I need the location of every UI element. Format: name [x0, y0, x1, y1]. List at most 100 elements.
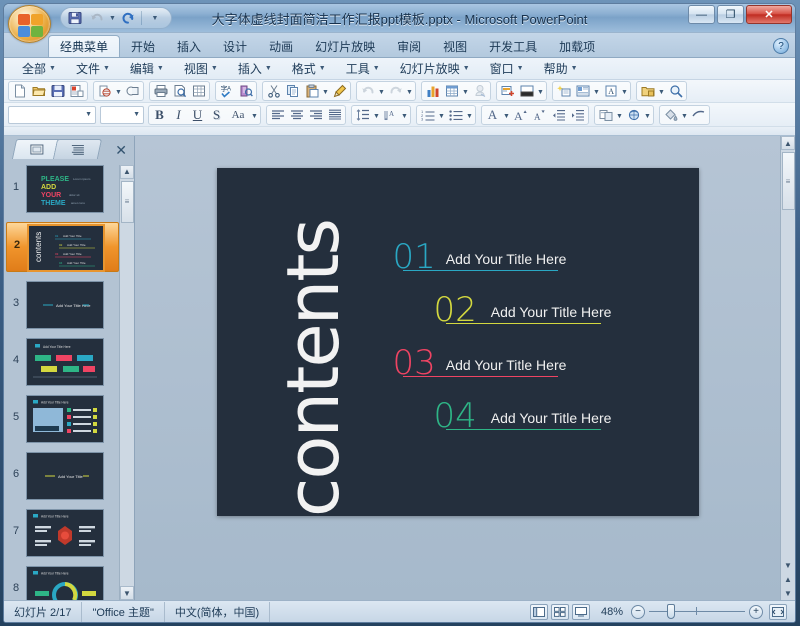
menu-window[interactable]: 窗口 ▼	[480, 60, 534, 78]
italic-icon[interactable]: I	[169, 106, 188, 124]
decrease-indent-icon[interactable]	[549, 106, 568, 124]
line-spacing-dropdown-icon[interactable]: ▼	[372, 106, 381, 124]
slide-editing-area[interactable]: contents 01 Add Your Title Here 02 Add Y…	[135, 136, 780, 600]
thumbnail-preview[interactable]: Add Your Title Here	[26, 394, 104, 443]
undo-icon[interactable]	[87, 9, 107, 27]
scroll-up-icon[interactable]: ▲	[120, 164, 134, 179]
thumbnail-item[interactable]: 8 Add Your Title Here	[6, 565, 119, 600]
new-slide-icon[interactable]	[498, 82, 517, 100]
menu-view[interactable]: 视图 ▼	[174, 60, 228, 78]
animation-icon[interactable]	[554, 82, 573, 100]
thumbnail-preview[interactable]: contents 01 Add Your Title 02 Add Your Tit…	[27, 223, 105, 272]
thumbnail-preview[interactable]: Add Your Title Here	[26, 337, 104, 386]
save-as-icon[interactable]	[67, 82, 86, 100]
tab-developer[interactable]: 开发工具	[478, 35, 548, 57]
panel-scrollbar[interactable]: ▲ ≡ ▼	[119, 164, 134, 600]
save-icon[interactable]	[48, 82, 67, 100]
tab-design[interactable]: 设计	[212, 35, 258, 57]
fill-color-icon[interactable]	[661, 106, 680, 124]
menu-insert[interactable]: 插入 ▼	[228, 60, 282, 78]
thumbnail-list[interactable]: 1 PLEASE ADD YOUR THEME Lorem ipsum dolo…	[4, 158, 134, 600]
slideshow-button[interactable]	[571, 603, 590, 620]
spellcheck-icon[interactable]: 字A	[217, 82, 236, 100]
tab-insert[interactable]: 插入	[166, 35, 212, 57]
paste-dropdown-icon[interactable]: ▼	[321, 82, 330, 100]
zoom-track[interactable]	[649, 604, 745, 619]
contents-item-03[interactable]: 03 Add Your Title Here	[393, 344, 593, 380]
theme-name[interactable]: "Office 主题"	[82, 601, 165, 622]
thumbnail-preview[interactable]: Add Your Title	[26, 451, 104, 500]
character-spacing-dropdown-icon[interactable]: ▼	[400, 106, 409, 124]
attachment-icon[interactable]	[123, 82, 142, 100]
maximize-button[interactable]: ❐	[717, 5, 744, 24]
format-painter-icon[interactable]	[330, 82, 349, 100]
tab-addins[interactable]: 加载项	[548, 35, 606, 57]
thumbnail-preview[interactable]: Add Your Title Here	[26, 508, 104, 557]
change-case-icon[interactable]: Aa	[226, 106, 250, 124]
thumbnail-item[interactable]: 2 contents 01 Add Your Title 02 Add Your T…	[6, 221, 119, 272]
stage-scrollbar[interactable]: ▲ ≡ ▼ ▲ ▼	[780, 136, 795, 600]
shadow-icon[interactable]: S	[207, 106, 226, 124]
scroll-up-icon[interactable]: ▲	[781, 136, 795, 150]
increase-indent-icon[interactable]	[568, 106, 587, 124]
thumbnail-preview[interactable]: Add Your Title Here	[26, 565, 104, 600]
menu-edit[interactable]: 编辑 ▼	[120, 60, 174, 78]
insert-table-icon[interactable]	[442, 82, 461, 100]
change-case-dropdown-icon[interactable]: ▼	[250, 106, 259, 124]
slide-transition-dropdown-icon[interactable]: ▼	[615, 106, 624, 124]
close-button[interactable]: ✕	[746, 5, 792, 24]
redo-icon[interactable]	[118, 9, 138, 27]
align-center-icon[interactable]	[287, 106, 306, 124]
justify-icon[interactable]	[325, 106, 344, 124]
thumbnail-item[interactable]: 7 Add Your Title Here	[6, 508, 119, 557]
customize-qat-icon[interactable]: ▼	[145, 9, 165, 27]
bold-icon[interactable]: B	[150, 106, 169, 124]
font-size-combo[interactable]: ▼	[100, 105, 144, 124]
bulleted-list-dropdown-icon[interactable]: ▼	[465, 106, 474, 124]
zoom-handle[interactable]	[667, 604, 675, 619]
research-icon[interactable]	[236, 82, 255, 100]
fill-color-dropdown-icon[interactable]: ▼	[680, 106, 689, 124]
tab-review[interactable]: 审阅	[386, 35, 432, 57]
slide-transition-icon[interactable]	[596, 106, 615, 124]
font-color-icon[interactable]: A	[483, 106, 502, 124]
custom-animation-icon[interactable]	[624, 106, 643, 124]
new-file-icon[interactable]	[10, 82, 29, 100]
undo-dropdown-icon[interactable]: ▼	[377, 82, 386, 100]
panel-scroll-thumb[interactable]: ≡	[120, 180, 134, 223]
text-style-icon[interactable]: A	[601, 82, 620, 100]
line-spacing-icon[interactable]	[353, 106, 372, 124]
menu-file[interactable]: 文件 ▼	[66, 60, 120, 78]
open-folder-icon[interactable]	[29, 82, 48, 100]
tab-classic-menu[interactable]: 经典菜单	[48, 35, 121, 57]
tab-home[interactable]: 开始	[120, 35, 166, 57]
slide-sorter-button[interactable]	[550, 603, 569, 620]
tab-animation[interactable]: 动画	[258, 35, 304, 57]
numbered-list-dropdown-icon[interactable]: ▼	[437, 106, 446, 124]
contents-item-02[interactable]: 02 Add Your Title Here	[434, 291, 634, 327]
thumbnail-item[interactable]: 4 Add Your Title Here	[6, 337, 119, 386]
contents-item-01[interactable]: 01 Add Your Title Here	[393, 238, 593, 274]
bulleted-list-icon[interactable]	[446, 106, 465, 124]
language-indicator[interactable]: 中文(简体，中国)	[165, 601, 271, 622]
scroll-down-icon[interactable]: ▼	[120, 586, 134, 600]
slide-layout-icon[interactable]	[573, 82, 592, 100]
undo-dropdown-icon[interactable]: ▼	[109, 15, 116, 22]
custom-animation-dropdown-icon[interactable]: ▼	[643, 106, 652, 124]
slide-heading[interactable]: contents	[271, 220, 355, 517]
hyperlink-icon[interactable]	[470, 82, 489, 100]
thumbnail-preview[interactable]: Add Your Title Here	[26, 280, 104, 329]
chart-icon[interactable]	[423, 82, 442, 100]
increase-font-icon[interactable]: A	[511, 106, 530, 124]
email-dropdown-icon[interactable]: ▼	[114, 82, 123, 100]
save-icon[interactable]	[65, 9, 85, 27]
slide-counter[interactable]: 幻灯片 2/17	[4, 601, 83, 622]
zoom-icon[interactable]	[666, 82, 685, 100]
insert-table-dropdown-icon[interactable]: ▼	[461, 82, 470, 100]
slide-design-icon[interactable]	[517, 82, 536, 100]
zoom-in-button[interactable]: +	[749, 604, 763, 619]
copy-icon[interactable]	[283, 82, 302, 100]
align-right-icon[interactable]	[306, 106, 325, 124]
align-left-icon[interactable]	[268, 106, 287, 124]
paste-icon[interactable]	[302, 82, 321, 100]
